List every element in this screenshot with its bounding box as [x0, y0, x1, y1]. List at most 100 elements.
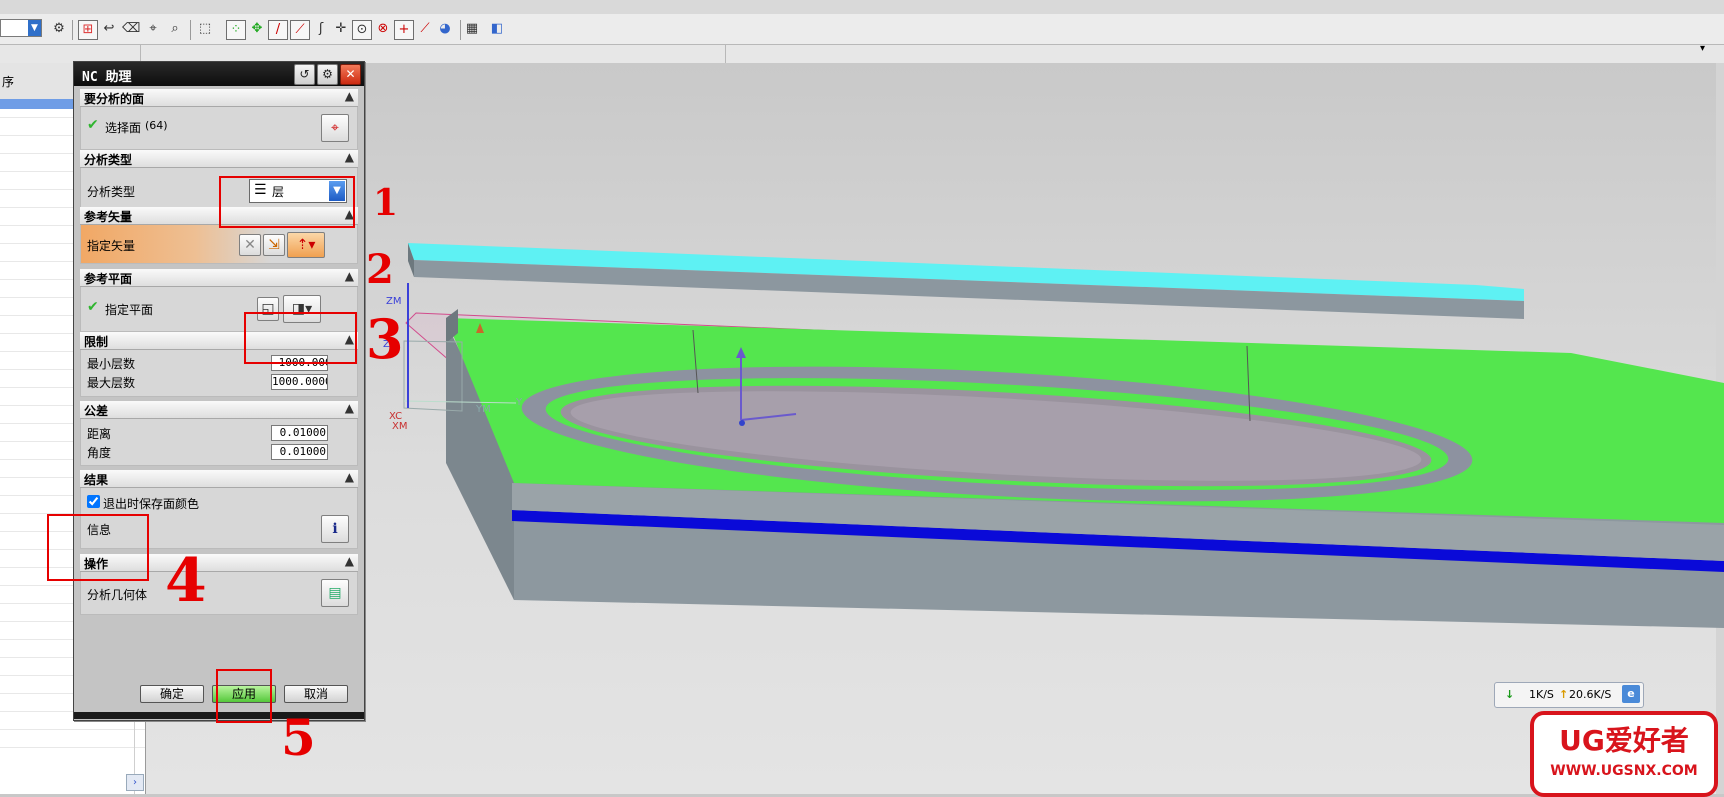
section-faces-header[interactable]: 要分析的面 ▲: [80, 89, 358, 107]
distance-input[interactable]: 0.01000: [271, 425, 328, 441]
chevron-down-icon[interactable]: ▾: [1700, 43, 1705, 54]
pin-icon[interactable]: ⌖: [144, 20, 162, 38]
annotation-number-1: 1: [373, 182, 399, 224]
section-title: 结果: [84, 473, 109, 487]
select-face-label: 选择面: [105, 121, 142, 135]
main-toolbar: ▼ ⚙ ⊞ ↩ ⌫ ⌖ ⌕ ⬚ ⁘ ✥ / ⟋ ʃ ✛ ⊙ ⊗ + ⟋ ◕ ▦ …: [0, 14, 1724, 45]
snap-grid-icon[interactable]: ⊞: [78, 20, 98, 40]
axis-label-y: Y: [515, 397, 523, 408]
point-on-icon[interactable]: +: [394, 20, 414, 40]
chevron-up-icon[interactable]: ▲: [345, 554, 354, 568]
selection-filter-combo[interactable]: ▼: [0, 19, 42, 37]
ok-button[interactable]: 确定: [140, 685, 204, 703]
annotation-box-1: [219, 176, 355, 228]
min-layers-label: 最小层数: [87, 357, 136, 371]
watermark-title: UG爱好者: [1559, 724, 1689, 757]
section-title: 参考矢量: [84, 210, 133, 224]
dialog-titlebar[interactable]: NC 助理 ↺ ⚙ ✕: [74, 62, 364, 86]
annotation-number-4: 4: [165, 546, 207, 616]
tangent-icon[interactable]: ⟋: [416, 20, 434, 38]
chevron-down-icon[interactable]: ▼: [28, 20, 41, 36]
mid-point-icon[interactable]: ⟋: [290, 20, 310, 40]
axis-label-xm: XM: [392, 421, 407, 432]
gear-icon[interactable]: ⚙: [317, 64, 338, 85]
dialog-title: NC 助理: [82, 70, 132, 85]
save-face-color-checkbox[interactable]: [87, 495, 100, 508]
annotation-number-5: 5: [281, 708, 316, 767]
chevron-up-icon[interactable]: ▲: [345, 401, 354, 415]
nc-assistant-dialog[interactable]: NC 助理 ↺ ⚙ ✕ 要分析的面 ▲ ✔ 选择面 (64) ⌖ 分析类型 ▲ …: [73, 61, 365, 721]
chevron-up-icon[interactable]: ▲: [345, 89, 354, 103]
download-arrow-icon: ↓: [1505, 688, 1515, 701]
erase-icon[interactable]: ⌫: [122, 20, 140, 38]
curve-icon[interactable]: ʃ: [312, 20, 330, 38]
annotation-number-3: 3: [366, 307, 404, 371]
info-icon[interactable]: i: [321, 515, 349, 543]
navigator-column-header: 序: [2, 75, 15, 89]
section-analysis-type-header[interactable]: 分析类型 ▲: [80, 150, 358, 168]
close-icon[interactable]: ✕: [340, 64, 361, 85]
check-icon: ✔: [87, 299, 99, 315]
upload-arrow-icon: ↑: [1559, 688, 1569, 701]
scroll-right-icon[interactable]: ›: [126, 774, 144, 791]
section-tolerance-header[interactable]: 公差 ▲: [80, 401, 358, 419]
select-face-crosshair-icon[interactable]: ⌖: [321, 114, 349, 142]
chevron-up-icon[interactable]: ▲: [345, 150, 354, 164]
select-tool-icon[interactable]: ⚙: [50, 20, 68, 38]
section-ref-plane-header[interactable]: 参考平面 ▲: [80, 269, 358, 287]
reverse-direction-icon[interactable]: ✕: [239, 234, 261, 256]
section-tolerance-body: 距离 0.01000 角度 0.01000: [80, 419, 358, 466]
model-view: ZM ZC XC XM YM Y Y X: [197, 243, 1724, 706]
specify-vector-label: 指定矢量: [87, 239, 136, 253]
annotation-box-3: [244, 312, 357, 364]
specify-plane-label: 指定平面: [105, 303, 154, 317]
section-faces-body: ✔ 选择面 (64) ⌖: [80, 107, 358, 150]
axis-label-zm: ZM: [386, 296, 401, 307]
section-title: 要分析的面: [84, 92, 145, 106]
watermark-logo: UG爱好者 WWW.UGSNX.COM: [1530, 711, 1718, 797]
face-count: (64): [145, 119, 168, 132]
lasso-icon[interactable]: ⌕: [166, 20, 184, 38]
net-speed-widget[interactable]: ↓ 1K/S ↑ 20.6K/S e: [1494, 682, 1644, 708]
watermark-url: WWW.UGSNX.COM: [1550, 763, 1698, 779]
upload-speed: 20.6K/S: [1569, 688, 1612, 701]
distance-label: 距离: [87, 427, 112, 441]
analyze-geometry-icon[interactable]: ▤: [321, 579, 349, 607]
quadrant-icon[interactable]: ⊗: [374, 20, 392, 38]
line-snap-icon[interactable]: /: [268, 20, 288, 40]
selected-row[interactable]: [0, 99, 80, 109]
analysis-type-label: 分析类型: [87, 185, 136, 199]
section-title: 公差: [84, 404, 109, 418]
analyze-geometry-label: 分析几何体: [87, 588, 148, 602]
save-face-color-label: 退出时保存面颜色: [103, 497, 200, 511]
end-point-icon[interactable]: ✥: [248, 20, 266, 38]
chevron-up-icon[interactable]: ▲: [345, 269, 354, 283]
undo-icon[interactable]: ↩: [100, 20, 118, 38]
grid-icon[interactable]: ▦: [463, 20, 481, 38]
reset-icon[interactable]: ↺: [294, 64, 315, 85]
section-title: 分析类型: [84, 153, 133, 167]
point-snap-icon[interactable]: ⁘: [226, 20, 246, 40]
center-icon[interactable]: ⊙: [352, 20, 372, 40]
section-results-header[interactable]: 结果 ▲: [80, 470, 358, 488]
annotation-box-5: [216, 669, 272, 723]
browser-icon[interactable]: e: [1622, 685, 1640, 703]
rect-select-icon[interactable]: ⬚: [196, 20, 214, 38]
cube-icon[interactable]: ◧: [488, 20, 506, 38]
chevron-up-icon[interactable]: ▲: [345, 470, 354, 484]
annotation-number-2: 2: [366, 246, 394, 293]
section-title: 参考平面: [84, 272, 133, 286]
check-icon: ✔: [87, 117, 99, 133]
annotation-box-4: [47, 514, 149, 581]
intersect-icon[interactable]: ✛: [332, 20, 350, 38]
inferred-vector-icon[interactable]: ⇡▾: [287, 232, 325, 258]
vector-dialog-icon[interactable]: ⇲: [263, 234, 285, 256]
axis-label-ym: YM: [475, 404, 491, 415]
surface-icon[interactable]: ◕: [436, 20, 454, 38]
max-layers-label: 最大层数: [87, 376, 136, 390]
angle-input[interactable]: 0.01000: [271, 444, 328, 460]
max-layers-input[interactable]: 1000.0000: [271, 374, 328, 390]
cancel-button[interactable]: 取消: [284, 685, 348, 703]
section-title: 限制: [84, 335, 109, 349]
graphics-viewport[interactable]: ZM ZC XC XM YM Y Y X: [146, 63, 1724, 794]
